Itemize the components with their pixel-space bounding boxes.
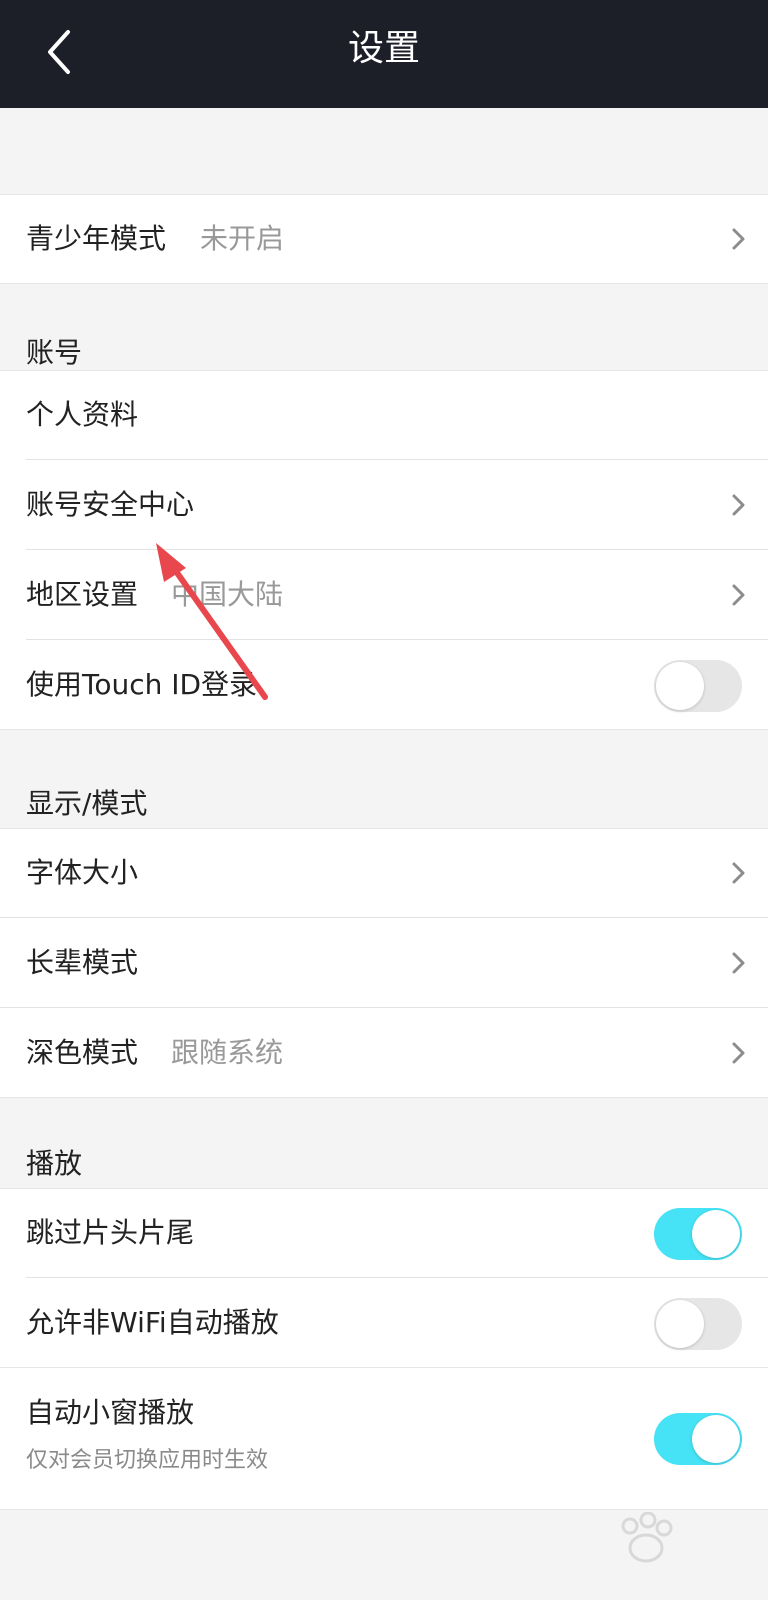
mini-window-row: 自动小窗播放 仅对会员切换应用时生效 bbox=[0, 1368, 768, 1510]
touch-id-row: 使用Touch ID登录 bbox=[0, 640, 768, 730]
row-divider bbox=[0, 283, 768, 284]
security-center-row[interactable]: 账号安全中心 bbox=[0, 460, 768, 550]
mini-window-toggle[interactable] bbox=[654, 1413, 742, 1465]
section-header-account: 账号 bbox=[26, 336, 83, 369]
teen-mode-value: 未开启 bbox=[200, 222, 285, 255]
font-size-label: 字体大小 bbox=[26, 856, 139, 889]
chevron-right-icon bbox=[728, 857, 748, 889]
non-wifi-autoplay-toggle[interactable] bbox=[654, 1298, 742, 1350]
row-divider bbox=[0, 729, 768, 730]
dark-mode-value: 跟随系统 bbox=[171, 1036, 284, 1069]
security-center-label: 账号安全中心 bbox=[26, 488, 195, 521]
dark-mode-label: 深色模式 bbox=[26, 1036, 139, 1069]
toggle-knob bbox=[692, 1210, 740, 1258]
chevron-right-icon bbox=[728, 1037, 748, 1069]
row-divider bbox=[0, 1509, 768, 1510]
skip-intro-row: 跳过片头片尾 bbox=[0, 1188, 768, 1278]
region-row[interactable]: 地区设置 中国大陆 bbox=[0, 550, 768, 640]
region-label: 地区设置 bbox=[26, 578, 139, 611]
chevron-right-icon bbox=[728, 489, 748, 521]
profile-label: 个人资料 bbox=[26, 398, 139, 431]
chevron-right-icon bbox=[728, 223, 748, 255]
toggle-knob bbox=[692, 1415, 740, 1463]
non-wifi-autoplay-label: 允许非WiFi自动播放 bbox=[26, 1306, 279, 1339]
baidu-jingyan-watermark bbox=[568, 1511, 728, 1592]
region-value: 中国大陆 bbox=[171, 578, 284, 611]
teen-mode-row[interactable]: 青少年模式 未开启 bbox=[0, 194, 768, 284]
page-title: 设置 bbox=[347, 28, 420, 69]
teen-mode-label: 青少年模式 bbox=[26, 222, 167, 255]
toggle-knob bbox=[656, 1300, 704, 1348]
skip-intro-toggle[interactable] bbox=[654, 1208, 742, 1260]
dark-mode-row[interactable]: 深色模式 跟随系统 bbox=[0, 1008, 768, 1098]
elder-mode-label: 长辈模式 bbox=[26, 946, 139, 979]
profile-row[interactable]: 个人资料 bbox=[0, 370, 768, 460]
row-divider bbox=[0, 1097, 768, 1098]
non-wifi-autoplay-row: 允许非WiFi自动播放 bbox=[0, 1278, 768, 1368]
mini-window-sublabel: 仅对会员切换应用时生效 bbox=[26, 1448, 269, 1473]
mini-window-label: 自动小窗播放 bbox=[26, 1396, 195, 1429]
chevron-right-icon bbox=[728, 579, 748, 611]
skip-intro-label: 跳过片头片尾 bbox=[26, 1216, 195, 1249]
top-bar: 设置 bbox=[0, 0, 768, 108]
elder-mode-row[interactable]: 长辈模式 bbox=[0, 918, 768, 1008]
section-header-playback: 播放 bbox=[26, 1147, 83, 1180]
toggle-knob bbox=[656, 662, 704, 710]
touch-id-label: 使用Touch ID登录 bbox=[26, 668, 258, 701]
chevron-right-icon bbox=[728, 947, 748, 979]
touch-id-toggle[interactable] bbox=[654, 660, 742, 712]
section-header-display: 显示/模式 bbox=[26, 787, 148, 820]
font-size-row[interactable]: 字体大小 bbox=[0, 828, 768, 918]
